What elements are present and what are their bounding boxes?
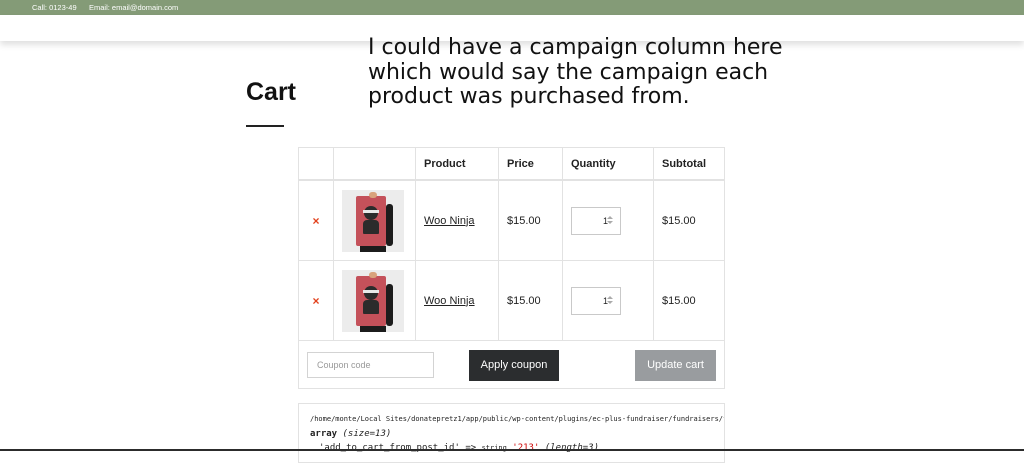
email-text: Email: email@domain.com bbox=[89, 3, 179, 12]
debug-array-entry: 'add_to_cart_from_post_id' => string '21… bbox=[319, 443, 599, 453]
product-subtotal: $15.00 bbox=[653, 179, 725, 261]
product-price: $15.00 bbox=[498, 260, 563, 341]
quantity-stepper[interactable]: 1 bbox=[571, 206, 621, 235]
campaign-column-note: I could have a campaign column here whic… bbox=[368, 35, 783, 109]
remove-item-icon[interactable]: × bbox=[299, 214, 333, 228]
top-contact-bar: Call: 0123-49 Email: email@domain.com bbox=[0, 0, 1024, 15]
debug-entry-key: 'add_to_cart_from_post_id' bbox=[319, 443, 460, 453]
cart-row: × Woo Ninja $15.00 1 $15.00 bbox=[298, 260, 725, 341]
header-product: Product bbox=[415, 147, 499, 181]
header-thumbnail bbox=[333, 147, 416, 181]
spinner-arrows-icon[interactable] bbox=[606, 295, 614, 307]
coupon-code-input[interactable]: Coupon code bbox=[307, 352, 434, 378]
debug-entry-length: (length=3) bbox=[544, 443, 599, 453]
debug-array-keyword: array bbox=[310, 429, 338, 439]
debug-entry-arrow: => bbox=[465, 443, 477, 453]
title-underline bbox=[246, 125, 284, 127]
debug-entry-value: '213' bbox=[512, 443, 540, 453]
quantity-value[interactable]: 1 bbox=[572, 296, 608, 306]
update-cart-button[interactable]: Update cart bbox=[635, 350, 716, 381]
product-subtotal: $15.00 bbox=[653, 260, 725, 341]
header-price: Price bbox=[498, 147, 563, 181]
debug-output: /home/monte/Local Sites/donatepretz1/app… bbox=[298, 403, 725, 463]
cart-table: Product Price Quantity Subtotal × Woo Ni… bbox=[298, 147, 725, 341]
header-quantity: Quantity bbox=[562, 147, 654, 181]
cart-row: × Woo Ninja $15.00 1 $15.00 bbox=[298, 179, 725, 261]
quantity-value[interactable]: 1 bbox=[572, 216, 608, 226]
debug-array-size: (size=13) bbox=[342, 429, 392, 439]
cart-header-row: Product Price Quantity Subtotal bbox=[298, 147, 725, 181]
remove-item-icon[interactable]: × bbox=[299, 294, 333, 308]
debug-file-path: /home/monte/Local Sites/donatepretz1/app… bbox=[310, 415, 725, 423]
spinner-arrows-icon[interactable] bbox=[606, 215, 614, 227]
call-text: Call: 0123-49 bbox=[32, 3, 77, 12]
header-subtotal: Subtotal bbox=[653, 147, 725, 181]
apply-coupon-button[interactable]: Apply coupon bbox=[469, 350, 559, 381]
page-title: Cart bbox=[246, 78, 297, 106]
product-thumbnail[interactable] bbox=[342, 269, 404, 332]
product-thumbnail[interactable] bbox=[342, 189, 404, 252]
product-price: $15.00 bbox=[498, 179, 563, 261]
debug-array-header: array (size=13) bbox=[310, 429, 391, 439]
quantity-stepper[interactable]: 1 bbox=[571, 286, 621, 315]
header-remove bbox=[298, 147, 334, 181]
product-name-link[interactable]: Woo Ninja bbox=[424, 295, 475, 307]
product-name-link[interactable]: Woo Ninja bbox=[424, 215, 475, 227]
